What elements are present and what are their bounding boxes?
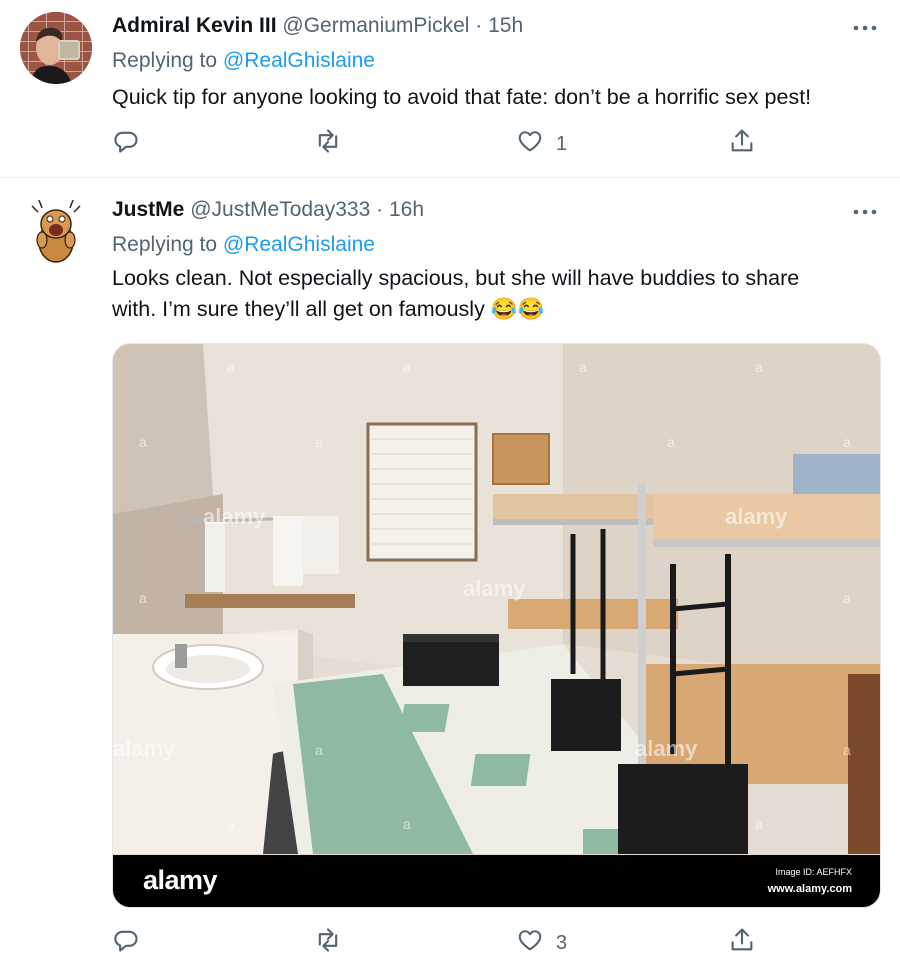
like-count: 3 — [556, 931, 568, 954]
avatar[interactable] — [20, 194, 92, 266]
action-bar: 1 — [0, 124, 900, 164]
retweet-button[interactable] — [314, 124, 342, 164]
share-icon — [728, 127, 756, 161]
action-bar: 3 — [0, 923, 900, 963]
like-icon — [516, 926, 544, 960]
tweet-text: Quick tip for anyone looking to avoid th… — [112, 85, 812, 109]
watermark-letter: a — [315, 434, 323, 450]
display-name[interactable]: JustMe — [112, 198, 184, 221]
watermark-letter: a — [227, 359, 235, 375]
watermark-letter: a — [579, 359, 587, 375]
like-count: 1 — [556, 132, 568, 155]
watermark-letter: a — [227, 816, 235, 832]
avatar[interactable] — [20, 12, 92, 84]
retweet-button[interactable] — [314, 923, 342, 963]
replying-prefix: Replying to — [112, 233, 218, 256]
watermark: alamy — [203, 504, 266, 529]
watermark: alamy — [635, 736, 698, 761]
like-button[interactable]: 3 — [516, 923, 567, 963]
tweet-header: JustMe @JustMeToday333 · 16h — [112, 198, 424, 222]
timestamp[interactable]: · 15h — [475, 14, 523, 37]
watermark: alamy — [463, 576, 526, 601]
handle[interactable]: @JustMeToday333 — [190, 198, 370, 221]
watermark-letter: a — [139, 590, 147, 606]
watermark: alamy — [113, 736, 176, 761]
retweet-icon — [314, 926, 342, 960]
share-button[interactable] — [728, 923, 756, 963]
watermark: alamy — [725, 504, 788, 529]
tweet-1[interactable]: Admiral Kevin III @GermaniumPickel · 15h… — [0, 0, 900, 178]
watermark-letter: a — [755, 359, 763, 375]
reply-button[interactable] — [112, 124, 140, 164]
like-icon — [516, 127, 544, 161]
more-icon[interactable] — [850, 16, 880, 40]
replying-to: Replying to @RealGhislaine — [112, 233, 375, 257]
like-button[interactable]: 1 — [516, 124, 567, 164]
display-name[interactable]: Admiral Kevin III — [112, 14, 277, 37]
watermark-letter: a — [667, 434, 675, 450]
mention-link[interactable]: @RealGhislaine — [223, 49, 375, 72]
timestamp[interactable]: · 16h — [376, 198, 424, 221]
reply-button[interactable] — [112, 923, 140, 963]
watermark-letter: a — [755, 816, 763, 832]
watermark-letter: a — [843, 590, 851, 606]
tweet-media-image[interactable]: alamy alamy alamy alamy alamy a a a a a … — [112, 343, 881, 908]
image-id: Image ID: AEFHFX — [775, 867, 852, 877]
watermark-letter: a — [315, 742, 323, 758]
watermark-letter: a — [843, 742, 851, 758]
watermark-letter: a — [403, 359, 411, 375]
image-url: www.alamy.com — [767, 883, 852, 895]
reply-icon — [112, 127, 140, 161]
tweet-header: Admiral Kevin III @GermaniumPickel · 15h — [112, 14, 523, 38]
more-icon[interactable] — [850, 200, 880, 224]
watermark-letter: a — [139, 434, 147, 450]
replying-prefix: Replying to — [112, 49, 218, 72]
image-credit-bar: alamy Image ID: AEFHFX www.alamy.com — [113, 855, 880, 907]
watermark-letter: a — [403, 816, 411, 832]
watermark-letter: a — [843, 434, 851, 450]
share-icon — [728, 926, 756, 960]
retweet-icon — [314, 127, 342, 161]
mention-link[interactable]: @RealGhislaine — [223, 233, 375, 256]
tweet-text: Looks clean. Not especially spacious, bu… — [112, 266, 800, 321]
replying-to: Replying to @RealGhislaine — [112, 49, 375, 73]
tweet-2[interactable]: JustMe @JustMeToday333 · 16h Replying to… — [0, 178, 900, 970]
share-button[interactable] — [728, 124, 756, 164]
reply-icon — [112, 926, 140, 960]
alamy-logo: alamy — [143, 865, 218, 895]
handle[interactable]: @GermaniumPickel — [282, 14, 469, 37]
